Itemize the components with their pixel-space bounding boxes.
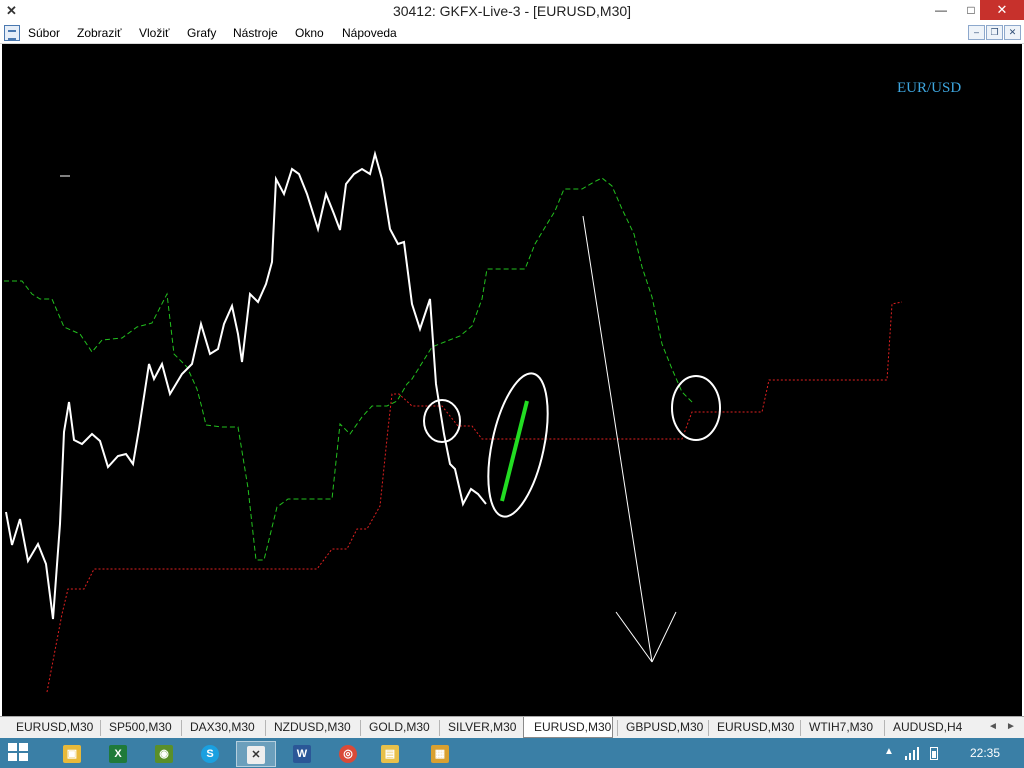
chart-drawing xyxy=(4,150,903,693)
chart-canvas[interactable]: EUR/USD xyxy=(2,44,1022,716)
tab-gbpusd-m30[interactable]: GBPUSD,M30 xyxy=(617,720,703,736)
skype-icon[interactable]: S xyxy=(190,741,230,767)
taskbar-glyph: ▦ xyxy=(431,745,449,763)
excel-icon[interactable]: X xyxy=(98,741,138,767)
down-arrow-head-right xyxy=(651,611,677,663)
down-arrow-head-left xyxy=(615,611,653,663)
tab-eurusd-m30-1[interactable]: EURUSD,M30 xyxy=(8,720,93,736)
chart-restore-button[interactable]: ❐ xyxy=(986,25,1003,40)
window-close-button[interactable]: ✕ xyxy=(980,0,1024,20)
span-line xyxy=(4,177,695,561)
menu-tools[interactable]: Nástroje xyxy=(233,26,278,40)
chart-tab-bar: EURUSD,M30 SP500,M30 DAX30,M30 NZDUSD,M3… xyxy=(0,716,1024,738)
tab-eurusd-m30-active[interactable]: EURUSD,M30 xyxy=(523,717,613,738)
tab-scroll-right-icon[interactable]: ► xyxy=(1006,721,1016,732)
tab-silver-m30[interactable]: SILVER,M30 xyxy=(439,720,516,736)
chart-symbol-label: EUR/USD xyxy=(897,80,962,96)
menu-insert[interactable]: Vložiť xyxy=(139,26,170,40)
tab-sp500-m30[interactable]: SP500,M30 xyxy=(100,720,172,736)
taskbar-glyph: X xyxy=(109,745,127,763)
chart-document-icon[interactable] xyxy=(4,25,20,41)
taskbar-glyph: ◉ xyxy=(155,745,173,763)
word-icon[interactable]: W xyxy=(282,741,322,767)
tab-nzdusd-m30[interactable]: NZDUSD,M30 xyxy=(265,720,351,736)
network-signal-icon[interactable] xyxy=(905,746,921,760)
menu-charts[interactable]: Grafy xyxy=(187,26,216,40)
taskbar-clock[interactable]: 22:35 xyxy=(970,746,1000,760)
tab-scroll-left-icon[interactable]: ◄ xyxy=(988,721,998,732)
tab-gold-m30[interactable]: GOLD,M30 xyxy=(360,720,430,736)
menu-help[interactable]: Nápoveda xyxy=(342,26,397,40)
trend-highlight-line xyxy=(500,400,529,502)
window-title: 30412: GKFX-Live-3 - [EURUSD,M30] xyxy=(392,3,632,19)
taskbar-glyph: W xyxy=(293,745,311,763)
chart-minimize-button[interactable]: – xyxy=(968,25,985,40)
file-explorer-icon[interactable]: ▤ xyxy=(370,741,410,767)
taskbar-glyph: ▤ xyxy=(381,745,399,763)
window-minimize-button[interactable]: — xyxy=(926,0,956,20)
battery-icon[interactable] xyxy=(930,747,938,760)
tab-eurusd-m30-2[interactable]: EURUSD,M30 xyxy=(708,720,794,736)
menu-bar: Súbor Zobraziť Vložiť Grafy Nástroje Okn… xyxy=(0,22,1024,44)
annotation-circle-2 xyxy=(671,375,721,441)
tab-wtih7-m30[interactable]: WTIH7,M30 xyxy=(800,720,873,736)
metatrader-icon[interactable]: ✕ xyxy=(236,741,276,767)
taskbar: ▣ X ◉ S ✕ W ◎ ▤ ▦ ▲ 22:35 xyxy=(0,738,1024,768)
explorer-photos-icon[interactable]: ▣ xyxy=(52,741,92,767)
globe-app-icon[interactable]: ◉ xyxy=(144,741,184,767)
tray-expand-icon[interactable]: ▲ xyxy=(884,746,894,757)
media-icon[interactable]: ▦ xyxy=(420,741,460,767)
menu-file[interactable]: Súbor xyxy=(28,26,60,40)
tab-dax30-m30[interactable]: DAX30,M30 xyxy=(181,720,255,736)
taskbar-glyph: ◎ xyxy=(339,745,357,763)
chrome-icon[interactable]: ◎ xyxy=(328,741,368,767)
chart-close-button[interactable]: ✕ xyxy=(1004,25,1021,40)
window-titlebar: ✕ 30412: GKFX-Live-3 - [EURUSD,M30] — □ … xyxy=(0,0,1024,22)
kijun-line xyxy=(46,301,903,693)
taskbar-glyph: ✕ xyxy=(247,746,265,764)
menu-view[interactable]: Zobraziť xyxy=(77,26,122,40)
tab-audusd-h4[interactable]: AUDUSD,H4 xyxy=(884,720,962,736)
price-line xyxy=(5,150,487,620)
taskbar-glyph: S xyxy=(201,745,219,763)
taskbar-glyph: ▣ xyxy=(63,745,81,763)
menu-window[interactable]: Okno xyxy=(295,26,324,40)
windows-start-icon[interactable] xyxy=(8,743,30,763)
